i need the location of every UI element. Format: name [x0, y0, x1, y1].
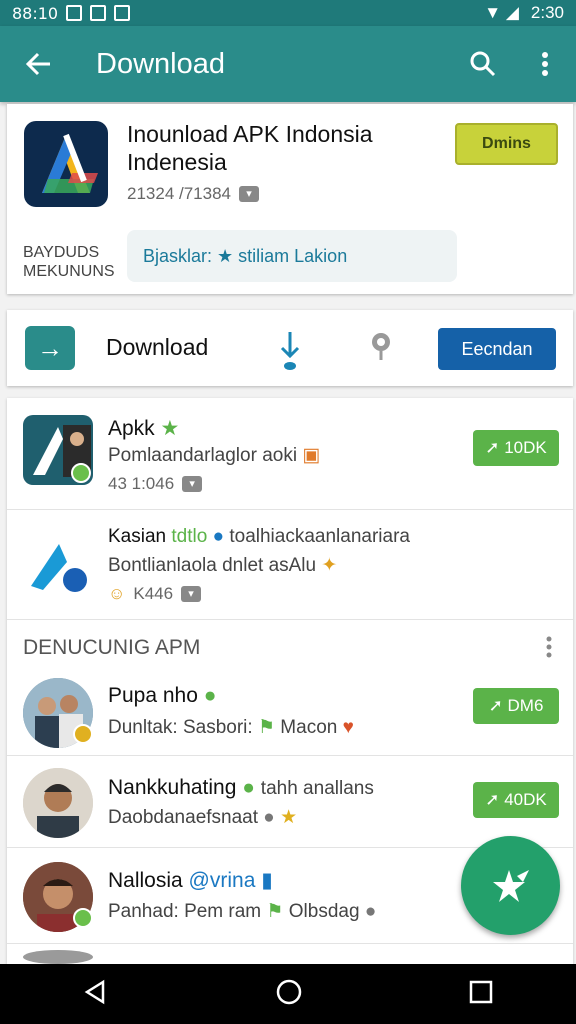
- secondary-action-label: Eecndan: [461, 339, 533, 359]
- signal-icon: ▼ ◢: [484, 3, 519, 22]
- list-item[interactable]: Kasian tdtlo ● toalhiackaanlanariara Bon…: [7, 510, 573, 620]
- star-arrow-icon: [492, 869, 529, 902]
- chevron-down-icon: ▾: [239, 186, 259, 202]
- item-action-button[interactable]: ➚ 10DK: [473, 430, 559, 466]
- list-item[interactable]: Pupa nho ● Dunltak: Sasbori: ⚑ Macon ♥ ➚…: [7, 668, 573, 756]
- triangle-back-icon: [84, 979, 105, 1004]
- item-subtitle: Panhad: Pem ram ⚑ Olbsdag ●: [108, 901, 377, 922]
- item-title: Kasian tdtlo ● toalhiackaanlanariara: [108, 526, 410, 547]
- secondary-action-button[interactable]: Eecndan: [438, 328, 556, 370]
- app-meta-text: 21324 /71384: [127, 184, 231, 203]
- circle-home-icon: [276, 979, 302, 1004]
- app-avatar: [23, 528, 93, 598]
- back-button[interactable]: [0, 49, 78, 79]
- app-meta: 21324 /71384 ▾: [127, 184, 259, 204]
- section-more-icon[interactable]: [545, 636, 555, 663]
- avatar: [23, 768, 93, 838]
- avatar: [23, 950, 93, 964]
- app-logo: [24, 121, 108, 207]
- app-info-card: Inounload APK Indonsia Indenesia 21324 /…: [7, 104, 573, 294]
- system-nav-bar: [0, 964, 576, 1024]
- search-button[interactable]: [452, 49, 514, 79]
- fab-button[interactable]: [461, 836, 560, 935]
- item-title: Nallosia @vrina ▮: [108, 869, 273, 892]
- list-item[interactable]: Apkk ★ Pomlaandarlaglor aoki ▣ 43 1:046 ▾…: [7, 398, 573, 510]
- item-title: Nankkuhating ● tahh anallans: [108, 776, 374, 799]
- download-action-card: → Download Eecndan: [7, 310, 573, 386]
- app-bar: Download: [0, 26, 576, 102]
- badge-icon: [73, 724, 93, 744]
- status-bar: 88:10 ▼ ◢ 2:30: [0, 0, 576, 26]
- list-item[interactable]: Nankkuhating ● tahh anallans Daobdanaefs…: [7, 756, 573, 848]
- more-vert-icon: [542, 52, 548, 76]
- nav-back-button[interactable]: [83, 979, 109, 1010]
- search-icon: [470, 51, 496, 77]
- item-title: Apkk ★: [108, 417, 180, 440]
- item-subtitle: Daobdanaefsnaat ● ★: [108, 807, 298, 828]
- chevron-down-icon: ▾: [181, 586, 202, 602]
- page-title: Download: [96, 47, 225, 80]
- list-item[interactable]: [7, 944, 573, 964]
- verified-icon: [73, 908, 93, 928]
- install-button[interactable]: Dmins: [455, 123, 558, 165]
- item-title: Pupa nho ●: [108, 684, 217, 707]
- item-action-button[interactable]: ➚ DM6: [473, 688, 559, 724]
- chevron-down-icon: ▾: [182, 476, 203, 492]
- status-left-text: 88:10: [12, 3, 59, 23]
- location-pin-icon[interactable]: [369, 332, 393, 367]
- nav-home-button[interactable]: [276, 979, 302, 1010]
- item-action-button[interactable]: ➚ 40DK: [473, 782, 559, 818]
- tags-pill[interactable]: Bjasklar: ★ stiliam Lakion: [127, 230, 457, 282]
- download-label: Download: [106, 334, 209, 360]
- download-icon[interactable]: [275, 330, 305, 375]
- app-avatar: [23, 415, 93, 485]
- verified-icon: [71, 463, 91, 483]
- item-subtitle: Dunltak: Sasbori: ⚑ Macon ♥: [108, 717, 354, 738]
- arrow-left-icon: [25, 52, 50, 76]
- notification-icon: [114, 5, 131, 21]
- item-meta: ☺ K446 ▾: [108, 584, 202, 604]
- nav-recents-button[interactable]: [469, 980, 493, 1009]
- item-subtitle: Pomlaandarlaglor aoki ▣: [108, 445, 321, 466]
- tags-text: Bjasklar: ★ stiliam Lakion: [143, 245, 348, 266]
- status-time: 2:30: [530, 3, 564, 22]
- square-recents-icon: [469, 980, 492, 1003]
- install-button-label: Dmins: [482, 135, 531, 152]
- notification-icon: [66, 5, 83, 21]
- item-meta: 43 1:046 ▾: [108, 474, 203, 494]
- app-name: Inounload APK Indonsia Indenesia: [127, 121, 373, 175]
- status-notifications: 88:10: [12, 3, 131, 23]
- item-subtitle: Bontlianlaola dnlet asAlu ✦: [108, 555, 338, 576]
- arrow-right-icon[interactable]: →: [25, 326, 75, 370]
- notification-icon: [90, 5, 107, 21]
- section-title: DENUCUNIG APM: [23, 636, 201, 659]
- overflow-menu-button[interactable]: [514, 51, 576, 77]
- developer-label: BAYDUDS MEKUNUNS: [23, 244, 115, 280]
